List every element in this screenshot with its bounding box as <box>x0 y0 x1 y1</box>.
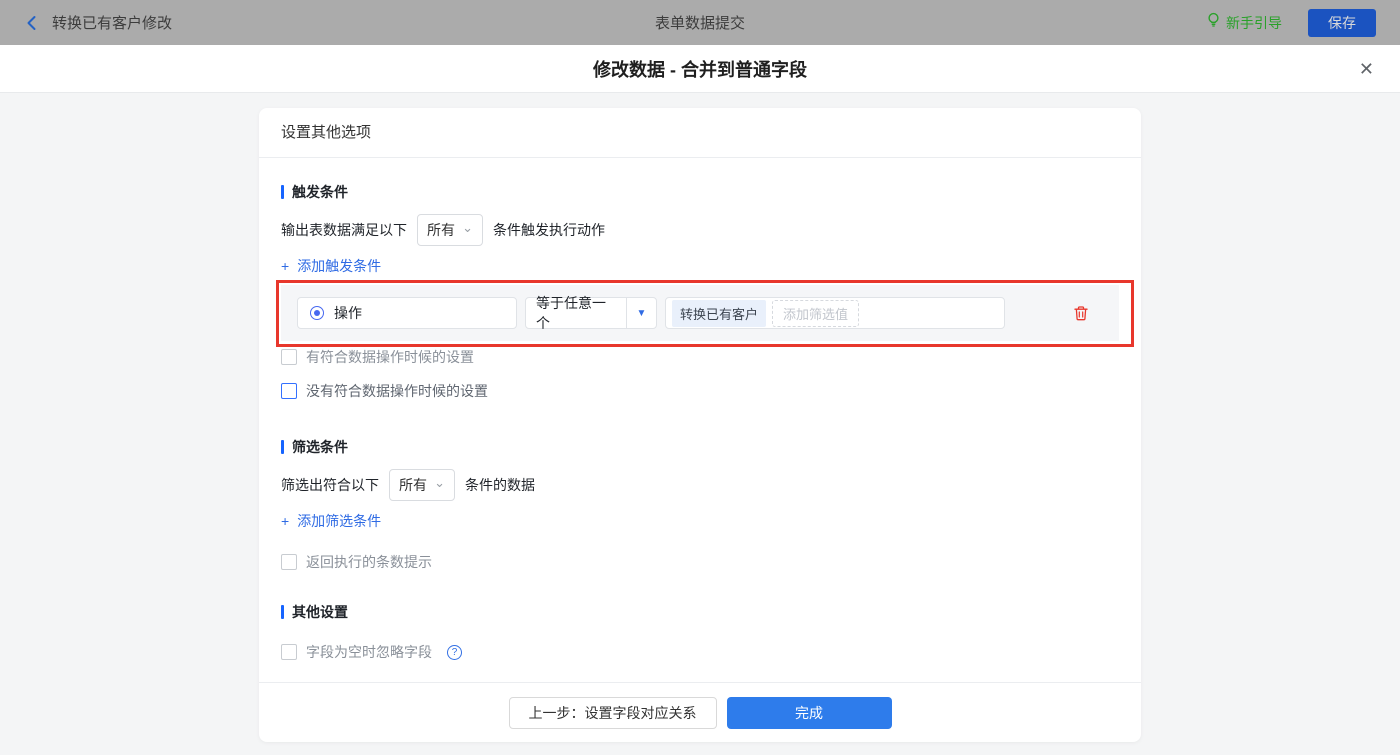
trigger-section-title: 触发条件 <box>281 182 1119 202</box>
value-tag: 转换已有客户 <box>672 299 767 327</box>
checkbox-has-match-settings[interactable]: 有符合数据操作时候的设置 <box>281 347 474 367</box>
done-button[interactable]: 完成 <box>726 696 892 729</box>
page-title: 表单数据提交 <box>654 15 745 32</box>
chevron-down-icon: ⌄ <box>434 475 445 490</box>
filter-sentence-prefix: 筛选出符合以下 <box>281 477 379 493</box>
add-filter-condition-link[interactable]: + 添加筛选条件 <box>281 511 381 531</box>
section-bar <box>281 185 284 199</box>
topbar: 转换已有客户修改 表单数据提交 新手引导 保存 <box>0 0 1400 45</box>
options-panel: 设置其他选项 触发条件 输出表数据满足以下 所有 ⌄ 条件触发执行动作 + 添加… <box>259 108 1141 742</box>
condition-row: 操作 等于任意一个 ▼ 转换已有客户 添加筛选值 <box>281 285 1119 341</box>
delete-condition-button[interactable] <box>1073 305 1089 322</box>
lightbulb-icon <box>1206 12 1221 33</box>
topbar-actions: 新手引导 保存 <box>1206 8 1376 37</box>
trigger-sentence: 输出表数据满足以下 所有 ⌄ 条件触发执行动作 <box>281 214 1119 246</box>
radio-field-icon <box>310 306 324 320</box>
previous-step-button[interactable]: 上一步：设置字段对应关系 <box>508 696 717 729</box>
checkbox-icon[interactable] <box>281 554 297 570</box>
section-bar <box>281 605 284 619</box>
back-nav[interactable]: 转换已有客户修改 <box>24 12 172 33</box>
plus-icon: + <box>281 513 290 529</box>
checkbox-ignore-empty-field[interactable]: 字段为空时忽略字段 ? <box>281 642 462 662</box>
checkbox-icon[interactable] <box>281 644 297 660</box>
plus-icon: + <box>281 258 290 274</box>
filter-section-title: 筛选条件 <box>281 437 1119 457</box>
dialog-header: 修改数据 - 合并到普通字段 ✕ <box>0 45 1400 93</box>
filter-sentence-suffix: 条件的数据 <box>465 477 535 493</box>
checkbox-count-tip[interactable]: 返回执行的条数提示 <box>281 552 432 572</box>
trash-icon <box>1074 305 1088 320</box>
close-icon[interactable]: ✕ <box>1359 60 1374 78</box>
checkbox-icon[interactable] <box>281 383 297 399</box>
condition-field-select[interactable]: 操作 <box>297 297 517 329</box>
back-title: 转换已有客户修改 <box>52 15 173 32</box>
panel-header: 设置其他选项 <box>259 108 1141 158</box>
back-icon[interactable] <box>24 15 40 31</box>
dialog-title: 修改数据 - 合并到普通字段 <box>593 59 807 80</box>
help-icon[interactable]: ? <box>447 644 462 660</box>
other-section-title: 其他设置 <box>281 602 1119 622</box>
trigger-condition-area: 操作 等于任意一个 ▼ 转换已有客户 添加筛选值 <box>276 280 1134 347</box>
beginner-guide-link[interactable]: 新手引导 <box>1206 12 1282 33</box>
checkbox-icon[interactable] <box>281 349 297 365</box>
add-trigger-condition-link[interactable]: + 添加触发条件 <box>281 256 381 276</box>
caret-down-icon: ▼ <box>626 298 656 328</box>
save-button[interactable]: 保存 <box>1308 8 1376 37</box>
trigger-match-select[interactable]: 所有 ⌄ <box>417 214 483 246</box>
panel-footer: 上一步：设置字段对应关系 完成 <box>259 682 1141 742</box>
panel-content: 触发条件 输出表数据满足以下 所有 ⌄ 条件触发执行动作 + 添加触发条件 操作 <box>259 158 1141 682</box>
beginner-guide-label: 新手引导 <box>1226 14 1282 31</box>
filter-match-select[interactable]: 所有 ⌄ <box>389 469 455 501</box>
add-filter-value-button[interactable]: 添加筛选值 <box>772 299 860 327</box>
condition-value-input[interactable]: 转换已有客户 添加筛选值 <box>665 297 1005 329</box>
trigger-sentence-prefix: 输出表数据满足以下 <box>281 222 407 238</box>
checkbox-no-match-settings[interactable]: 没有符合数据操作时候的设置 <box>281 381 488 401</box>
filter-sentence: 筛选出符合以下 所有 ⌄ 条件的数据 <box>281 469 1119 501</box>
chevron-down-icon: ⌄ <box>462 220 473 235</box>
trigger-sentence-suffix: 条件触发执行动作 <box>493 222 605 238</box>
condition-operator-select[interactable]: 等于任意一个 ▼ <box>525 295 657 331</box>
section-bar <box>281 440 284 454</box>
dialog-body: 设置其他选项 触发条件 输出表数据满足以下 所有 ⌄ 条件触发执行动作 + 添加… <box>0 93 1400 755</box>
